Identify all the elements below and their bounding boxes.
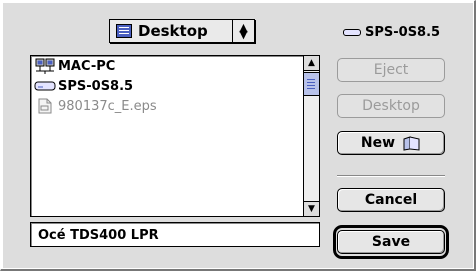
save-dialog: Desktop ▲ ▼ MAC-PC SPS-0S8.5 980137c_E.e…: [0, 0, 476, 271]
new-folder-icon: [403, 135, 421, 151]
network-computer-icon: [34, 58, 56, 74]
file-name: MAC-PC: [58, 58, 116, 74]
file-list-rows: MAC-PC SPS-0S8.5 980137c_E.eps: [31, 56, 303, 216]
file-name: 980137c_E.eps: [58, 98, 157, 114]
cancel-button[interactable]: Cancel: [337, 188, 445, 212]
desktop-button[interactable]: Desktop: [337, 94, 445, 118]
hard-disk-icon: [34, 78, 56, 94]
dialog-body: Desktop ▲ ▼ MAC-PC SPS-0S8.5 980137c_E.e…: [2, 2, 473, 268]
scroll-up-arrow-icon[interactable]: ▲: [304, 56, 319, 71]
hard-disk-icon: [343, 29, 361, 36]
new-button-label: New: [360, 135, 396, 151]
file-name: SPS-0S8.5: [58, 78, 134, 94]
document-icon: [34, 98, 56, 114]
location-popup[interactable]: Desktop ▲ ▼: [109, 19, 255, 43]
desktop-icon: [116, 24, 132, 38]
save-button-label: Save: [371, 234, 411, 250]
location-popup-label: Desktop: [138, 22, 208, 40]
cancel-button-label: Cancel: [364, 192, 418, 208]
file-name-field[interactable]: Océ TDS400 LPR: [30, 222, 320, 247]
popup-arrows-icon: ▲ ▼: [232, 20, 254, 42]
list-item[interactable]: MAC-PC: [31, 56, 303, 76]
file-list[interactable]: MAC-PC SPS-0S8.5 980137c_E.eps ▲ ▼: [30, 55, 320, 217]
eject-button-label: Eject: [373, 62, 409, 78]
desktop-button-label: Desktop: [362, 98, 420, 114]
list-item[interactable]: SPS-0S8.5: [31, 76, 303, 96]
scroll-down-arrow-icon[interactable]: ▼: [304, 201, 319, 216]
scroll-thumb[interactable]: [304, 72, 319, 96]
vertical-scrollbar[interactable]: ▲ ▼: [303, 56, 319, 216]
volume-name: SPS-0S8.5: [365, 25, 441, 40]
eject-button[interactable]: Eject: [337, 58, 445, 82]
new-folder-button[interactable]: New: [337, 131, 445, 155]
list-item[interactable]: 980137c_E.eps: [31, 96, 303, 116]
save-button[interactable]: Save: [337, 230, 445, 254]
button-divider: [337, 175, 445, 177]
current-volume: SPS-0S8.5: [343, 25, 440, 40]
